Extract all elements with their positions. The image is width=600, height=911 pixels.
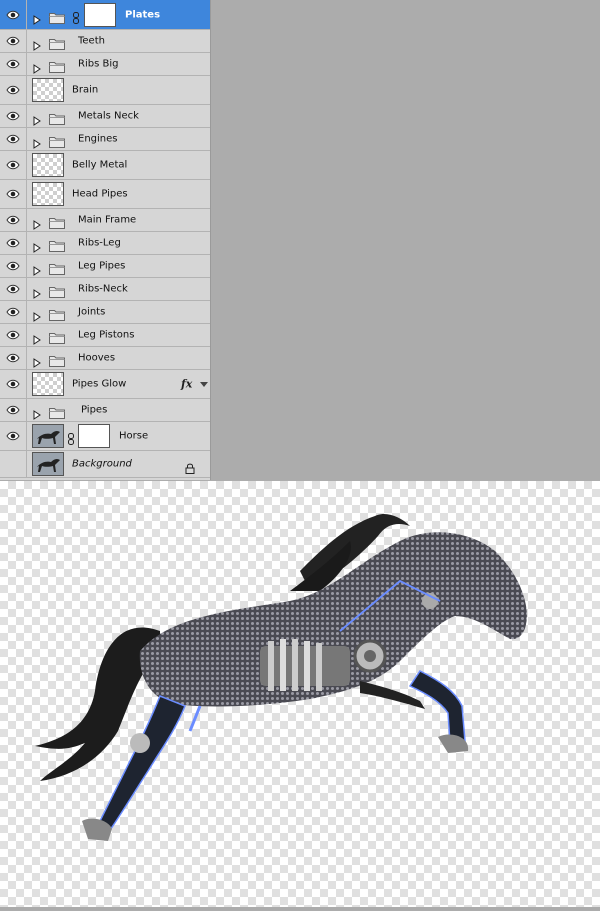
- layer-name: Leg Pistons: [78, 329, 135, 341]
- layer-name: Ribs Big: [78, 58, 119, 70]
- layer-name: Teeth: [78, 35, 105, 47]
- layer-name: Ribs-Neck: [78, 283, 128, 295]
- eye-icon[interactable]: [0, 0, 27, 29]
- eye-icon[interactable]: [0, 151, 27, 179]
- layer-row-horse[interactable]: Horse: [0, 422, 210, 451]
- eye-icon[interactable]: [0, 180, 27, 208]
- eye-icon[interactable]: [0, 53, 27, 75]
- eye-icon[interactable]: [0, 278, 27, 300]
- layer-mask-thumbnail[interactable]: [78, 424, 110, 448]
- folder-icon: [49, 58, 65, 77]
- layer-row-ribs-leg[interactable]: Ribs-Leg: [0, 232, 210, 255]
- layer-row-plates[interactable]: Plates: [0, 0, 210, 30]
- layer-thumbnail[interactable]: [32, 182, 64, 206]
- layer-thumbnail[interactable]: [32, 153, 64, 177]
- folder-icon: [49, 404, 65, 423]
- layer-name: Background: [72, 458, 132, 470]
- folder-icon: [49, 214, 65, 233]
- folder-icon: [49, 35, 65, 54]
- eye-icon[interactable]: [0, 451, 27, 477]
- folder-icon: [49, 283, 65, 302]
- layer-row-main-frame[interactable]: Main Frame: [0, 209, 210, 232]
- layer-row-brain[interactable]: Brain: [0, 76, 210, 105]
- layer-name: Plates: [125, 9, 161, 20]
- folder-icon: [49, 329, 65, 348]
- layer-row-metals-neck[interactable]: Metals Neck: [0, 105, 210, 128]
- layer-mask-thumbnail[interactable]: [84, 2, 116, 27]
- layer-name: Pipes: [81, 404, 108, 416]
- layer-name: Brain: [72, 84, 99, 96]
- eye-icon[interactable]: [0, 347, 27, 369]
- layer-name: Metals Neck: [78, 110, 139, 122]
- layer-name: Engines: [78, 133, 118, 145]
- eye-icon[interactable]: [0, 232, 27, 254]
- layer-name: Ribs-Leg: [78, 237, 121, 249]
- folder-icon: [49, 260, 65, 279]
- mechanical-horse-image: [35, 514, 527, 841]
- layer-row-joints[interactable]: Joints: [0, 301, 210, 324]
- layer-thumbnail[interactable]: [32, 372, 64, 396]
- eye-icon[interactable]: [0, 399, 27, 421]
- eye-icon[interactable]: [0, 255, 27, 277]
- folder-icon: [49, 133, 65, 152]
- eye-icon[interactable]: [0, 422, 27, 450]
- layer-name: Hooves: [78, 352, 116, 364]
- layer-row-pipes[interactable]: Pipes: [0, 399, 210, 422]
- layer-row-hooves[interactable]: Hooves: [0, 347, 210, 370]
- layer-row-pipes-glow[interactable]: fx Pipes Glow: [0, 370, 210, 399]
- folder-icon: [49, 306, 65, 325]
- chain-link-icon[interactable]: [68, 430, 74, 449]
- eye-icon[interactable]: [0, 105, 27, 127]
- layer-row-ribs-neck[interactable]: Ribs-Neck: [0, 278, 210, 301]
- document-canvas[interactable]: [0, 481, 600, 907]
- layer-thumbnail[interactable]: [32, 424, 64, 448]
- expand-effects-arrow-icon[interactable]: [200, 382, 208, 387]
- layer-name: Leg Pipes: [78, 260, 126, 272]
- folder-icon: [49, 237, 65, 256]
- layer-row-engines[interactable]: Engines: [0, 128, 210, 151]
- eye-icon[interactable]: [0, 370, 27, 398]
- eye-icon[interactable]: [0, 301, 27, 323]
- fx-effects-badge[interactable]: fx: [181, 378, 192, 391]
- folder-icon: [49, 352, 65, 371]
- layer-thumbnail[interactable]: [32, 78, 64, 102]
- layer-thumbnail[interactable]: [32, 452, 64, 476]
- eye-icon[interactable]: [0, 324, 27, 346]
- eye-icon[interactable]: [0, 76, 27, 104]
- folder-icon: [49, 110, 65, 129]
- layer-name: Pipes Glow: [72, 378, 127, 390]
- layer-row-ribs-big[interactable]: Ribs Big: [0, 53, 210, 76]
- layer-name: Main Frame: [78, 214, 137, 226]
- layer-name: Joints: [78, 306, 106, 318]
- layer-name: Head Pipes: [72, 188, 128, 200]
- layer-row-leg-pipes[interactable]: Leg Pipes: [0, 255, 210, 278]
- layer-row-teeth[interactable]: Teeth: [0, 30, 210, 53]
- layer-row-belly-metal[interactable]: Belly Metal: [0, 151, 210, 180]
- eye-icon[interactable]: [0, 209, 27, 231]
- triangle-right-icon[interactable]: [33, 10, 41, 29]
- lock-icon: [185, 459, 195, 478]
- horse-front-leg: [408, 670, 466, 744]
- folder-icon: [49, 9, 65, 28]
- eye-icon[interactable]: [0, 30, 27, 52]
- layer-row-background[interactable]: Background: [0, 451, 210, 478]
- layer-row-head-pipes[interactable]: Head Pipes: [0, 180, 210, 209]
- chain-link-icon[interactable]: [73, 9, 79, 28]
- eye-icon[interactable]: [0, 128, 27, 150]
- layers-panel: Plates Teeth Ribs Big Brain Metals Neck Engin…: [0, 0, 211, 480]
- layer-name: Belly Metal: [72, 159, 128, 171]
- layer-name: Horse: [119, 430, 149, 442]
- layer-row-leg-pistons[interactable]: Leg Pistons: [0, 324, 210, 347]
